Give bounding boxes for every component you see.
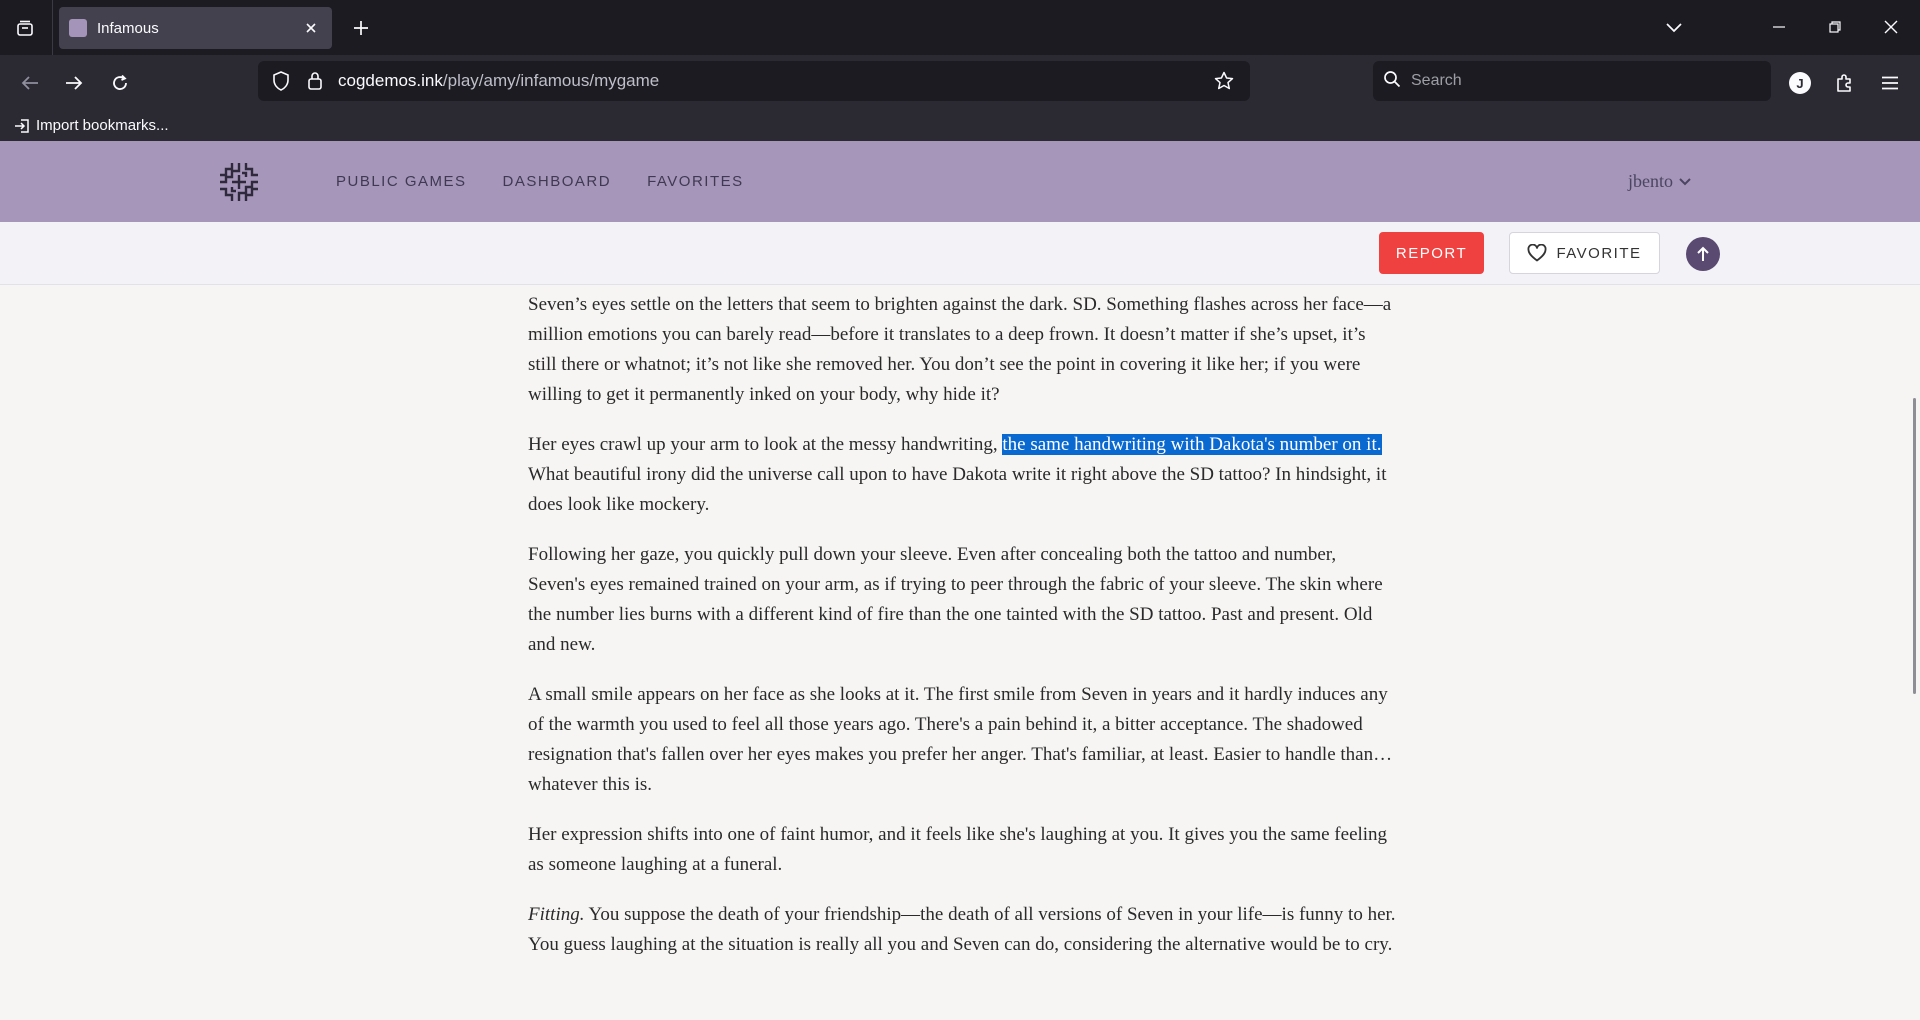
browser-nav-bar: cogdemos.ink/play/amy/infamous/mygame J [0, 55, 1920, 110]
search-input[interactable] [1411, 72, 1731, 90]
search-bar[interactable] [1373, 61, 1771, 101]
browser-tab-bar: Infamous [0, 0, 1920, 55]
tab-title: Infamous [97, 19, 159, 37]
reload-icon[interactable] [102, 65, 138, 101]
tab-favicon-icon [69, 19, 87, 37]
account-initial: J [1789, 72, 1811, 94]
search-icon [1383, 70, 1401, 93]
extensions-icon[interactable] [1829, 67, 1861, 99]
nav-public-games[interactable]: PUBLIC GAMES [336, 173, 467, 190]
favorite-label: FAVORITE [1556, 244, 1642, 262]
minimize-icon[interactable] [1756, 8, 1802, 46]
import-bookmarks-label: Import bookmarks... [36, 117, 169, 134]
scrollbar-thumb[interactable] [1913, 398, 1916, 694]
account-icon[interactable]: J [1784, 67, 1816, 99]
tab-close-icon[interactable] [300, 17, 322, 39]
chevron-down-icon[interactable] [1656, 12, 1692, 44]
bookmark-star-icon[interactable] [1210, 67, 1238, 95]
import-bookmarks-button[interactable]: Import bookmarks... [14, 117, 169, 134]
tab-list-icon[interactable] [8, 12, 42, 44]
lock-icon[interactable] [304, 70, 326, 92]
import-icon [15, 118, 29, 133]
hamburger-menu-icon[interactable] [1874, 67, 1906, 99]
new-tab-icon[interactable] [344, 12, 378, 44]
scroll-top-button[interactable] [1686, 237, 1720, 271]
nav-favorites[interactable]: FAVORITES [647, 173, 744, 190]
story-paragraph: Her expression shifts into one of faint … [528, 824, 1388, 875]
favorite-button[interactable]: FAVORITE [1509, 232, 1660, 274]
italic-text: Fitting. [528, 904, 585, 925]
site-logo-icon[interactable] [218, 161, 260, 203]
story-paragraph: Fitting. You suppose the death of your f… [528, 900, 1398, 960]
paragraph-text: You suppose the death of your friendship… [528, 904, 1396, 955]
shield-icon[interactable] [270, 70, 292, 92]
heart-icon [1528, 244, 1547, 262]
site-header: PUBLIC GAMES DASHBOARD FAVORITES jbento [0, 141, 1920, 222]
paragraph-text: Her eyes crawl up your arm to look at th… [528, 434, 1003, 455]
story-paragraph: Following her gaze, you quickly pull dow… [528, 544, 1383, 655]
game-action-bar: REPORT FAVORITE [0, 222, 1920, 285]
bookmarks-bar: Import bookmarks... [0, 110, 1920, 141]
report-button[interactable]: REPORT [1379, 232, 1484, 274]
nav-dashboard[interactable]: DASHBOARD [503, 173, 612, 190]
arrow-up-icon [1697, 246, 1709, 261]
selected-text: the same handwriting with Dakota's numbe… [1002, 434, 1382, 455]
tab-separator [52, 0, 53, 55]
story-text: Seven’s eyes settle on the letters that … [528, 290, 1398, 980]
url-host: cogdemos.ink [338, 71, 443, 90]
story-paragraph: Her eyes crawl up your arm to look at th… [528, 430, 1398, 520]
chevron-down-icon [1679, 177, 1691, 185]
window-close-icon[interactable] [1868, 8, 1914, 46]
back-arrow-icon[interactable] [12, 65, 48, 101]
story-paragraph: Seven’s eyes settle on the letters that … [528, 294, 1392, 405]
tab-infamous[interactable]: Infamous [59, 7, 332, 49]
user-menu[interactable]: jbento [1628, 171, 1691, 192]
url-path: /play/amy/infamous/mygame [442, 71, 660, 90]
story-paragraph: A small smile appears on her face as she… [528, 684, 1393, 795]
url-text[interactable]: cogdemos.ink/play/amy/infamous/mygame [338, 71, 1210, 91]
forward-arrow-icon[interactable] [56, 65, 92, 101]
site-nav: PUBLIC GAMES DASHBOARD FAVORITES [336, 141, 744, 222]
url-bar[interactable]: cogdemos.ink/play/amy/infamous/mygame [258, 61, 1250, 101]
restore-icon[interactable] [1812, 8, 1858, 46]
paragraph-text: What beautiful irony did the universe ca… [528, 464, 1387, 515]
username: jbento [1628, 171, 1673, 191]
